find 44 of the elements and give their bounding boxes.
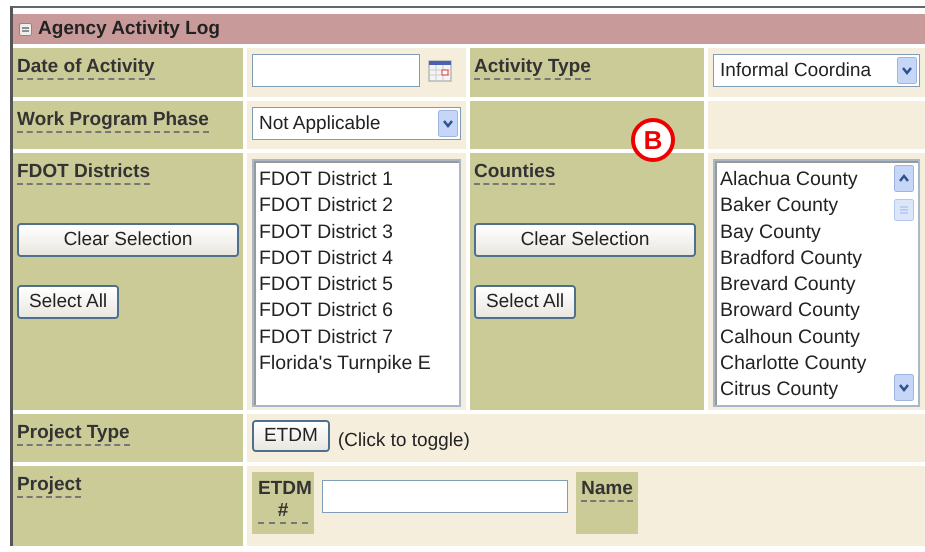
field-label: FDOT Districts [17, 161, 150, 185]
list-option[interactable]: FDOT District 7 [259, 324, 459, 350]
clear-selection-button[interactable]: Clear Selection [17, 223, 239, 257]
field-label: Project Type [17, 422, 130, 446]
panel-title: Agency Activity Log [38, 18, 220, 40]
list-option[interactable]: FDOT District 2 [259, 192, 459, 219]
list-option[interactable]: Brevard County [720, 271, 892, 298]
etdm-toggle-button[interactable]: ETDM [252, 420, 330, 452]
list-box[interactable]: Alachua County Baker County Bay County Bradford County Brevard County Broward County Calhoun County Charlotte County Citrus County [713, 159, 920, 407]
list-option[interactable]: FDOT District 5 [259, 271, 459, 298]
etdm-number-field[interactable] [322, 480, 568, 513]
field-label: Activity Type [474, 56, 591, 80]
phase-dropdown[interactable]: Not Applicable [252, 107, 461, 140]
list-option[interactable]: Charlotte County [720, 350, 892, 376]
activity-type-dropdown[interactable]: Informal Coordina [713, 54, 920, 87]
list-option[interactable]: FDOT District 4 [259, 244, 459, 272]
list-option[interactable]: FDOT District 1 [259, 166, 459, 192]
list-option[interactable]: Florida's Turnpike E [259, 350, 459, 376]
collapse-icon[interactable] [19, 22, 32, 36]
select-all-button[interactable]: Select All [474, 285, 576, 319]
field-label: ETDM # [258, 478, 308, 524]
list-option[interactable]: Citrus County [720, 376, 892, 403]
clear-selection-button[interactable]: Clear Selection [474, 223, 696, 257]
list-option[interactable]: Alachua County [720, 166, 892, 192]
list-option[interactable]: Bay County [720, 218, 892, 245]
list-option[interactable]: FDOT District 6 [259, 297, 459, 324]
field-label: Work Program Phase [17, 109, 209, 133]
select-all-button[interactable]: Select All [17, 285, 120, 319]
list-option[interactable]: Calhoun County [720, 324, 892, 350]
list-option[interactable]: Baker County [720, 192, 892, 219]
list-option[interactable]: Broward County [720, 297, 892, 324]
field-label: Counties [474, 161, 556, 185]
field-label: Name [581, 478, 633, 502]
date-field[interactable] [252, 54, 420, 87]
calendar-icon[interactable] [428, 58, 452, 82]
scroll-thumb[interactable] [894, 199, 914, 221]
scroll-up-icon [894, 165, 914, 192]
field-label: Date of Activity [17, 56, 155, 80]
list-option[interactable]: FDOT District 3 [259, 218, 459, 245]
list-option[interactable]: Bradford County [720, 244, 892, 272]
scroll-down-icon [894, 374, 914, 401]
toggle-hint: (Click to toggle) [338, 430, 470, 452]
field-label: Project [17, 474, 82, 498]
list-box[interactable]: FDOT District 1 FDOT District 2 FDOT District 3 FDOT District 4 FDOT District 5 FDOT District 6 FDOT District 7 Florida's Turnpike E [252, 159, 461, 407]
